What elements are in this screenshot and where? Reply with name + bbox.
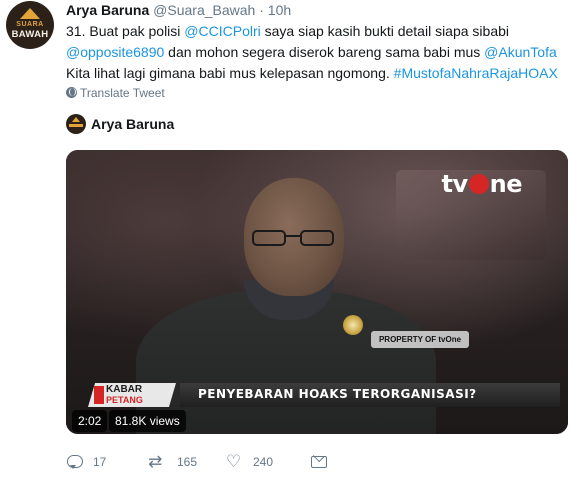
tweet-text-line-2: @opposite6890 dan mohon segera diserok b… xyxy=(66,42,576,63)
text-segment: Kita lihat lagi gimana babi mus kelepasa… xyxy=(66,65,394,81)
tweet-text-line-1: 31. Buat pak polisi @CCICPolri saya siap… xyxy=(66,21,576,42)
video-player[interactable]: tv ne PROPERTY OF tvOne KABAR PETANG PENY… xyxy=(66,150,568,434)
header-separator: · xyxy=(259,2,264,18)
lapel-badge xyxy=(343,315,363,335)
tweet-timestamp[interactable]: 10h xyxy=(268,2,291,18)
direct-message-button[interactable] xyxy=(309,452,327,472)
channel-logo-left: tv xyxy=(441,170,469,198)
tweet: SUARA BAWAH Arya Baruna @Suara_Bawah · 1… xyxy=(0,0,581,480)
channel-logo-right: ne xyxy=(489,170,523,198)
reply-button[interactable]: 17 xyxy=(66,452,106,472)
retweet-count: 165 xyxy=(177,455,198,469)
glasses-lens xyxy=(252,230,286,246)
tweet-header: Arya Baruna @Suara_Bawah · 10h xyxy=(66,0,291,20)
avatar-text-bottom: BAWAH xyxy=(11,29,49,40)
program-name-line1: KABAR xyxy=(106,384,143,395)
envelope-icon xyxy=(309,454,327,470)
hashtag-link[interactable]: #MustofaNahraRajaHOAX xyxy=(394,65,558,81)
text-segment: dan mohon segera diserok bareng sama bab… xyxy=(164,44,485,60)
retweet-button[interactable]: ⇄ 165 xyxy=(148,452,197,472)
card-avatar xyxy=(66,114,86,134)
globe-icon xyxy=(66,87,77,98)
program-name-line2: PETANG xyxy=(106,395,143,405)
program-name: KABAR PETANG xyxy=(106,384,143,406)
news-lower-third: KABAR PETANG PENYEBARAN HOAKS TERORGANIS… xyxy=(88,383,560,407)
glasses-bridge xyxy=(286,235,300,237)
text-segment: 31. Buat pak polisi xyxy=(66,23,185,39)
avatar-text-top: SUARA xyxy=(16,21,44,28)
translate-label: Translate Tweet xyxy=(80,86,165,100)
author-name[interactable]: Arya Baruna xyxy=(66,2,149,18)
news-headline: PENYEBARAN HOAKS TERORGANISASI? xyxy=(198,387,477,401)
program-badge-accent xyxy=(94,386,104,404)
translate-tweet-link[interactable]: Translate Tweet xyxy=(66,86,165,100)
heart-icon: ♡ xyxy=(226,452,242,472)
reply-icon xyxy=(66,454,84,470)
house-logo-icon xyxy=(20,8,40,19)
tweet-text-line-3: Kita lihat lagi gimana babi mus kelepasa… xyxy=(66,63,576,84)
author-avatar[interactable]: SUARA BAWAH xyxy=(6,1,54,49)
retweet-icon: ⇄ xyxy=(148,452,163,472)
program-badge: KABAR PETANG xyxy=(88,383,176,407)
card-author[interactable]: Arya Baruna xyxy=(66,114,174,134)
video-duration: 2:02 xyxy=(72,410,108,432)
text-segment: saya siap kasih bukti detail siapa sibab… xyxy=(260,23,510,39)
reply-count: 17 xyxy=(93,455,107,469)
like-button[interactable]: ♡ 240 xyxy=(226,452,273,472)
channel-logo: tv ne xyxy=(442,170,523,198)
like-count: 240 xyxy=(253,455,274,469)
property-watermark: PROPERTY OF tvOne xyxy=(371,331,469,348)
mention-link[interactable]: @CCICPolri xyxy=(184,23,260,39)
card-author-name: Arya Baruna xyxy=(91,116,175,132)
glasses-lens xyxy=(300,230,334,246)
channel-logo-dot xyxy=(468,174,489,194)
tweet-text: 31. Buat pak polisi @CCICPolri saya siap… xyxy=(66,21,576,84)
mention-link[interactable]: @opposite6890 xyxy=(66,44,164,60)
glasses xyxy=(252,230,336,246)
author-handle[interactable]: @Suara_Bawah xyxy=(153,2,255,18)
mention-link[interactable]: @AkunTofa xyxy=(484,44,557,60)
video-view-count: 81.8K views xyxy=(109,410,186,432)
